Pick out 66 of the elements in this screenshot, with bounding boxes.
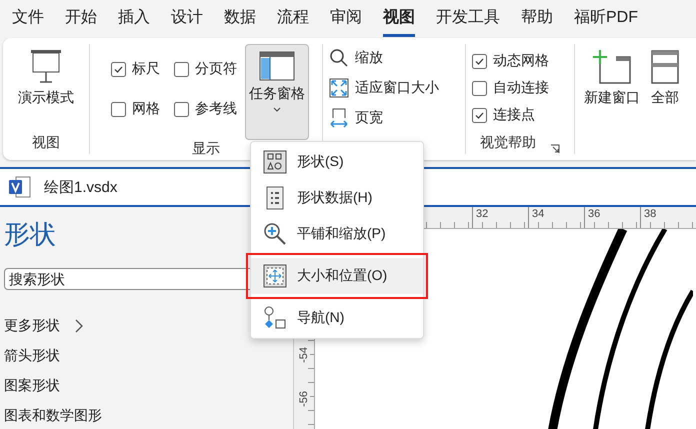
group-label: 视图 (32, 134, 60, 152)
checkbox-label[interactable]: 分页符 (195, 60, 237, 78)
ribbon-button[interactable]: 新建窗口 (581, 44, 643, 110)
checkbox[interactable] (111, 102, 126, 116)
ruler-number: -56 (298, 390, 310, 407)
menu-tab[interactable]: 开始 (65, 1, 97, 37)
page-width-icon (329, 108, 349, 128)
checkbox-label[interactable]: 标尺 (132, 60, 160, 78)
menu-item[interactable]: 形状数据(H) (251, 180, 423, 216)
checkbox[interactable] (472, 80, 487, 96)
checkbox-label[interactable]: 动态网格 (493, 52, 549, 70)
checkbox[interactable] (174, 102, 189, 116)
checkbox[interactable] (174, 62, 189, 76)
menu-tab[interactable]: 数据 (224, 1, 256, 37)
new-window-icon (592, 49, 632, 85)
size-position-icon (263, 264, 287, 288)
stencil-item[interactable]: 更多形状 (4, 317, 60, 335)
document-title: 绘图1.vsdx (44, 178, 118, 196)
navigation-icon (263, 306, 287, 330)
ribbon-button[interactable]: 适应窗口大小 (329, 76, 439, 100)
search-icon (329, 48, 349, 68)
menu-tab[interactable]: 帮助 (521, 1, 553, 37)
projector-screen-icon (29, 49, 63, 85)
ruler-number: 34 (528, 207, 584, 228)
menu-item[interactable]: 形状(S) (251, 144, 423, 180)
menu-item[interactable]: 大小和位置(O) (251, 258, 423, 294)
task-pane-button[interactable]: 任务窗格 (245, 44, 309, 140)
menu-tab[interactable]: 插入 (118, 1, 150, 37)
arrange-all-icon (650, 49, 680, 85)
presentation-mode-button[interactable]: 演示模式 (15, 44, 77, 110)
checkbox-label[interactable]: 自动连接 (493, 79, 549, 97)
menu-tab[interactable]: 文件 (12, 1, 44, 37)
fit-window-icon (329, 78, 349, 98)
checkbox-label[interactable]: 网格 (132, 100, 160, 118)
stencil-item[interactable]: 图案形状 (4, 377, 60, 395)
menu-tab[interactable]: 审阅 (330, 1, 362, 37)
menu-item[interactable]: 平铺和缩放(P) (251, 216, 423, 252)
dialog-launcher-icon[interactable] (550, 144, 560, 154)
visio-file-icon (8, 176, 32, 198)
stencil-item[interactable]: 图表和数学图形 (4, 407, 102, 425)
menu-item[interactable]: 导航(N) (251, 300, 423, 336)
zoom-in-icon (263, 222, 287, 246)
chevron-right-icon (74, 319, 84, 333)
menu-tab[interactable]: 开发工具 (436, 1, 500, 37)
stencil-item[interactable]: 箭头形状 (4, 347, 60, 365)
checkbox-label[interactable]: 连接点 (493, 106, 535, 124)
menu-tab[interactable]: 设计 (171, 1, 203, 37)
ruler-number: 36 (584, 207, 640, 228)
group-label: 视觉帮助 (480, 134, 536, 152)
checkbox[interactable] (111, 62, 126, 76)
pane-title: 形状 (4, 218, 56, 251)
checkbox-label[interactable]: 参考线 (195, 100, 237, 118)
ribbon-button[interactable]: 页宽 (329, 106, 383, 130)
group-label: 显示 (192, 140, 220, 158)
ribbon-button[interactable]: 缩放 (329, 46, 383, 70)
ruler-number: 38 (640, 207, 696, 228)
ruler-number: -54 (298, 347, 310, 363)
ribbon-button[interactable]: 全部 (647, 44, 683, 110)
checkbox[interactable] (472, 54, 487, 68)
ruler-number: 32 (472, 207, 528, 228)
checkbox[interactable] (472, 108, 487, 122)
chevron-down-icon (272, 107, 282, 113)
menu-tab[interactable]: 流程 (277, 1, 309, 37)
shapes-icon (263, 150, 287, 174)
window-pane-icon (259, 51, 295, 81)
menu-tab[interactable]: 福昕PDF (574, 1, 638, 37)
